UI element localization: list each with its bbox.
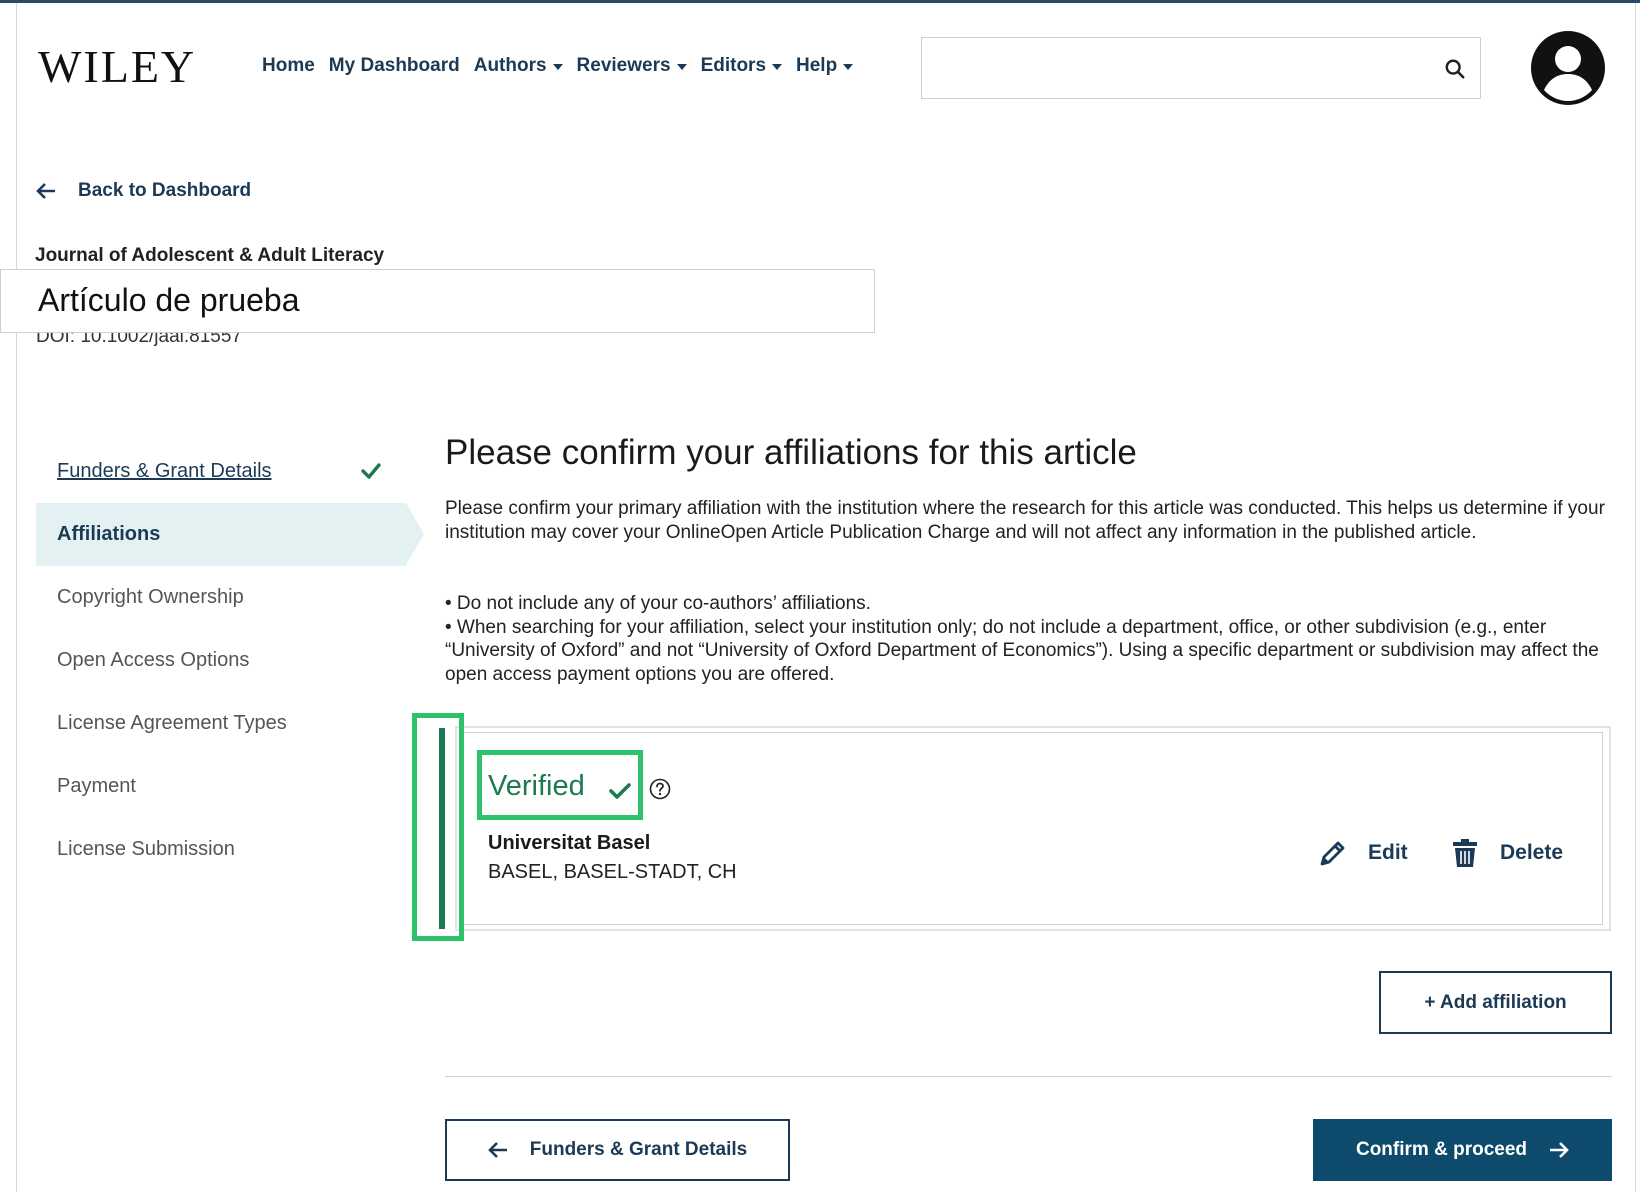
- verified-status-label: Verified: [488, 770, 585, 802]
- page-heading: Please confirm your affiliations for thi…: [445, 433, 1137, 472]
- trash-icon: [1453, 839, 1477, 867]
- top-rule: [0, 0, 1640, 3]
- nav-help[interactable]: Help: [796, 55, 854, 77]
- step-label: License Submission: [57, 838, 235, 860]
- back-to-dashboard-link[interactable]: Back to Dashboard: [36, 180, 251, 202]
- nav-reviewers[interactable]: Reviewers: [577, 55, 687, 77]
- wiley-logo[interactable]: WILEY: [38, 40, 196, 93]
- institution-location: BASEL, BASEL-STADT, CH: [488, 861, 737, 883]
- nav-authors-label: Authors: [473, 55, 547, 76]
- verified-status-bar: [439, 728, 445, 929]
- search-box: [921, 37, 1481, 99]
- left-rule: [16, 3, 17, 1192]
- guideline-item: • When searching for your affiliation, s…: [445, 616, 1599, 685]
- nav-help-label: Help: [796, 55, 838, 76]
- step-affiliations[interactable]: Affiliations: [36, 503, 424, 566]
- previous-step-button[interactable]: Funders & Grant Details: [445, 1119, 790, 1181]
- intro-text: Please confirm your primary affiliation …: [445, 498, 1605, 543]
- pencil-icon: [1320, 841, 1345, 866]
- user-circle-icon[interactable]: [1530, 30, 1606, 106]
- step-label: Funders & Grant Details: [57, 460, 272, 482]
- main-nav: Home My Dashboard Authors Reviewers Edit…: [262, 55, 854, 77]
- help-circle-icon[interactable]: [649, 778, 671, 800]
- previous-step-label: Funders & Grant Details: [529, 1139, 748, 1160]
- nav-my-dashboard-label: My Dashboard: [328, 55, 460, 76]
- arrow-left-icon: [36, 183, 55, 199]
- edit-affiliation-button[interactable]: Edit: [1318, 838, 1408, 868]
- step-label: Copyright Ownership: [57, 586, 244, 608]
- caret-down-icon: [676, 64, 687, 70]
- search-input[interactable]: [922, 38, 1432, 98]
- article-title: Artículo de prueba: [38, 282, 300, 318]
- nav-reviewers-label: Reviewers: [576, 55, 671, 76]
- nav-authors[interactable]: Authors: [474, 55, 563, 77]
- step-navigation: Funders & Grant Details Affiliations Cop…: [36, 440, 424, 881]
- guidelines-list: • Do not include any of your co-authors’…: [445, 592, 1615, 686]
- section-divider: [445, 1076, 1612, 1077]
- caret-down-icon: [843, 64, 854, 70]
- add-affiliation-button[interactable]: + Add affiliation: [1379, 971, 1612, 1034]
- step-copyright-ownership[interactable]: Copyright Ownership: [36, 566, 406, 629]
- step-label: Affiliations: [57, 523, 161, 545]
- guideline-item: • Do not include any of your co-authors’…: [445, 593, 871, 614]
- nav-editors[interactable]: Editors: [700, 55, 783, 77]
- caret-down-icon: [772, 64, 783, 70]
- delete-label: Delete: [1500, 841, 1564, 864]
- search-icon[interactable]: [1444, 58, 1466, 80]
- step-license-submission[interactable]: License Submission: [36, 818, 406, 881]
- step-label: Open Access Options: [57, 649, 250, 671]
- step-label: Payment: [57, 775, 136, 797]
- journal-name: Journal of Adolescent & Adult Literacy: [35, 245, 385, 266]
- nav-my-dashboard[interactable]: My Dashboard: [329, 55, 460, 77]
- nav-home[interactable]: Home: [262, 55, 315, 77]
- confirm-proceed-button[interactable]: Confirm & proceed: [1313, 1119, 1612, 1181]
- nav-home-label: Home: [262, 55, 315, 76]
- back-to-dashboard-label: Back to Dashboard: [78, 180, 252, 201]
- step-label: License Agreement Types: [57, 712, 287, 734]
- arrow-left-icon: [487, 1142, 507, 1158]
- edit-label: Edit: [1368, 841, 1408, 864]
- step-funders-grant-details[interactable]: Funders & Grant Details: [36, 440, 406, 503]
- delete-affiliation-button[interactable]: Delete: [1452, 838, 1563, 868]
- check-icon: [609, 783, 631, 799]
- check-icon: [361, 463, 381, 479]
- step-payment[interactable]: Payment: [36, 755, 406, 818]
- right-rule: [1635, 3, 1636, 1192]
- confirm-proceed-label: Confirm & proceed: [1355, 1139, 1528, 1160]
- step-license-agreement-types[interactable]: License Agreement Types: [36, 692, 406, 755]
- caret-down-icon: [552, 64, 563, 70]
- nav-editors-label: Editors: [700, 55, 767, 76]
- step-open-access-options[interactable]: Open Access Options: [36, 629, 406, 692]
- status-bar-highlight: [412, 713, 464, 941]
- institution-name: Universitat Basel: [488, 832, 651, 854]
- arrow-right-icon: [1550, 1142, 1569, 1158]
